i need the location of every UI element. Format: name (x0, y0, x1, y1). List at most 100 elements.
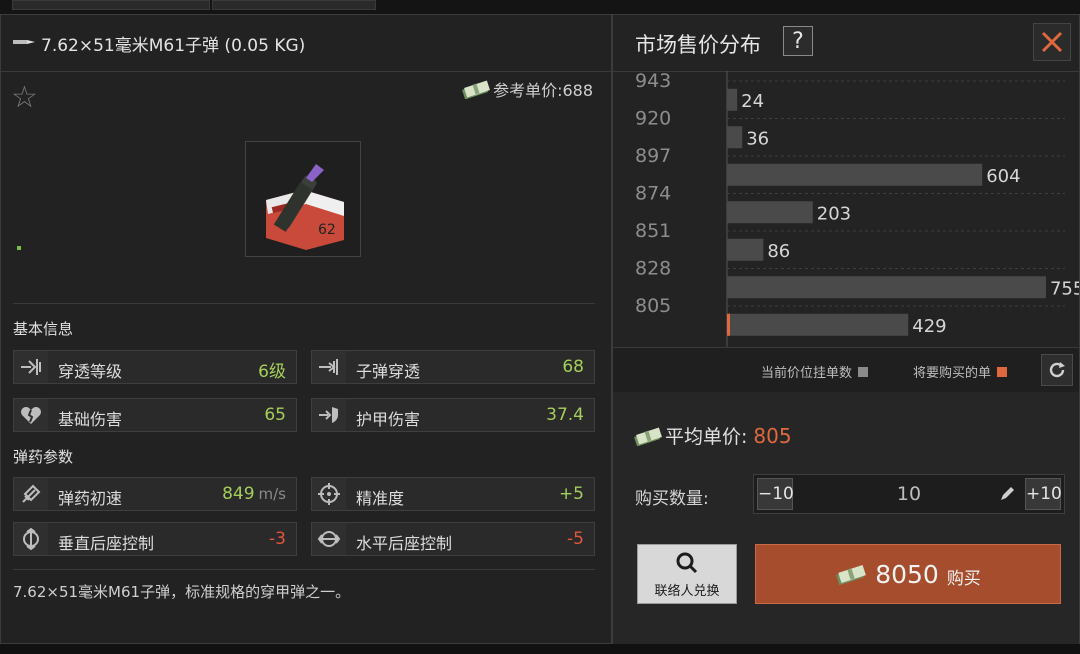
price-distribution-chart: 943 24 920 36 897 604 874 203 851 86 828 755 805 429 (635, 71, 1079, 347)
decrease-10-button[interactable]: −10 (757, 478, 794, 510)
item-image[interactable]: 62 (245, 141, 361, 257)
muzzle-velocity-icon (14, 478, 48, 510)
stat-label: 护甲伤害 (356, 410, 421, 429)
section-basic-info: 基本信息 (13, 320, 74, 338)
chart-data-label: 203 (817, 203, 851, 224)
reference-price-label: 参考单价:688 (493, 81, 593, 100)
chart-tick-label: 943 (635, 71, 671, 92)
section-ammo-params: 弹药参数 (13, 448, 74, 466)
item-detail-panel: 7.62×51毫米M61子弹 (0.05 KG) ☆ 参考单价:688 62 基… (0, 14, 612, 644)
stat-value: -5 (567, 529, 584, 549)
favorite-star-icon[interactable]: ☆ (11, 83, 38, 113)
chart-legend: 当前价位挂单数 将要购买的单 (613, 347, 1079, 393)
stat-value-number: 849 (222, 484, 255, 504)
chart-data-label: 86 (767, 241, 790, 262)
buy-total-price: 8050 (875, 559, 939, 589)
stat-value: 6级 (258, 362, 286, 382)
close-icon (1041, 31, 1063, 53)
quantity-label: 购买数量: (635, 489, 709, 509)
chart-bar (727, 313, 909, 336)
stat-value: 68 (562, 357, 584, 377)
chart-tick-label: 805 (635, 295, 671, 317)
stat-penetration-level: 穿透等级 6级 (13, 350, 297, 384)
increase-10-button[interactable]: +10 (1025, 478, 1062, 510)
stat-bullet-penetration: 子弹穿透 68 (311, 350, 595, 384)
quantity-input[interactable]: 10 (874, 483, 944, 505)
chart-bar (727, 238, 764, 261)
legend-current: 当前价位挂单数 (761, 362, 869, 381)
divider (13, 303, 595, 304)
contact-exchange-label: 联络人兑换 (654, 584, 720, 599)
stat-label: 基础伤害 (58, 410, 123, 429)
purchase-area: 平均单价: 805 购买数量: −10 10 +10 联络人兑换 8050 购买 (613, 392, 1079, 644)
reference-price: 参考单价:688 (461, 77, 593, 101)
chart-bar (727, 276, 1046, 299)
status-indicator (17, 246, 21, 250)
stat-value: 37.4 (546, 405, 584, 425)
chart-data-label: 604 (986, 166, 1020, 187)
stat-base-damage: 基础伤害 65 (13, 398, 297, 432)
stat-vertical-recoil: 垂直后座控制 -3 (13, 522, 297, 556)
stat-armor-damage: 护甲伤害 37.4 (311, 398, 595, 432)
item-description: 7.62×51毫米M61子弹，标准规格的穿甲弹之一。 (13, 583, 351, 601)
contact-exchange-button[interactable]: 联络人兑换 (637, 544, 737, 604)
market-header: 市场售价分布 ? (613, 15, 1079, 72)
average-price-label: 平均单价: (665, 426, 748, 448)
cash-icon (634, 427, 662, 446)
penetration-level-icon (14, 351, 48, 383)
broken-heart-icon (14, 399, 48, 431)
stat-value: -3 (269, 529, 286, 549)
bullet-icon (13, 40, 35, 44)
bullet-penetration-icon (312, 351, 346, 383)
horizontal-recoil-icon (312, 523, 346, 555)
legend-swatch-orange (997, 366, 1008, 377)
quantity-stepper: −10 10 +10 (753, 474, 1065, 514)
vertical-recoil-icon (14, 523, 48, 555)
stat-label: 弹药初速 (58, 489, 123, 508)
buy-button[interactable]: 8050 购买 (755, 544, 1061, 604)
stat-label: 精准度 (356, 489, 405, 508)
chart-tick-label: 920 (635, 108, 671, 130)
tab-placeholder[interactable] (212, 0, 376, 10)
crosshair-icon (312, 478, 346, 510)
stat-value: +5 (558, 484, 584, 504)
item-header: 7.62×51毫米M61子弹 (0.05 KG) (1, 15, 611, 72)
stat-label: 子弹穿透 (356, 362, 421, 381)
chart-bar (727, 88, 738, 111)
stat-accuracy: 精准度 +5 (311, 477, 595, 511)
chart-data-label: 429 (912, 316, 946, 337)
bottom-bar (0, 644, 1080, 654)
stat-label: 穿透等级 (58, 362, 123, 381)
legend-buy-label: 将要购买的单 (913, 366, 992, 381)
chart-data-label: 36 (746, 128, 769, 149)
chart-tick-label: 874 (635, 183, 671, 205)
svg-text:62: 62 (318, 222, 336, 238)
chart-bar (727, 163, 983, 186)
stat-label: 水平后座控制 (356, 534, 453, 553)
buy-label: 购买 (946, 568, 981, 589)
stat-label: 垂直后座控制 (58, 534, 155, 553)
divider (13, 569, 595, 570)
chart-bar (727, 201, 813, 224)
chart-tick-label: 828 (635, 258, 671, 280)
market-panel: 市场售价分布 ? 943 24 920 36 897 604 874 203 851 86 828 7… (612, 14, 1080, 644)
refresh-button[interactable] (1041, 354, 1073, 386)
top-strip (0, 0, 1080, 14)
cash-icon (462, 80, 491, 99)
average-price-value: 805 (753, 423, 792, 448)
legend-current-label: 当前价位挂单数 (761, 366, 853, 381)
stat-muzzle-velocity: 弹药初速 849 m/s (13, 477, 297, 511)
chart-tick-label: 897 (635, 145, 671, 167)
chart-tick-label: 851 (635, 220, 671, 242)
market-title: 市场售价分布 (635, 33, 761, 57)
close-button[interactable] (1033, 23, 1071, 61)
ammo-box-image: 62 (266, 164, 344, 250)
armor-damage-icon (312, 399, 346, 431)
chart-bar-buy-marker (727, 313, 730, 336)
stat-value: 849 m/s (222, 484, 286, 504)
stat-horizontal-recoil: 水平后座控制 -5 (311, 522, 595, 556)
tab-placeholder[interactable] (12, 0, 210, 10)
legend-swatch-gray (858, 366, 869, 377)
help-button[interactable]: ? (783, 26, 813, 56)
pencil-icon[interactable] (998, 485, 1016, 503)
